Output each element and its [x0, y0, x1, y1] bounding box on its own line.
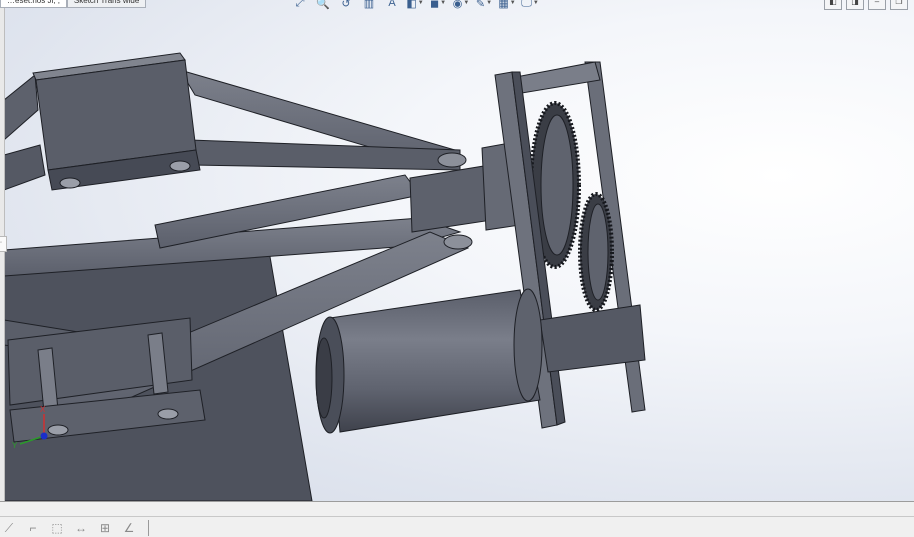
sketch-line-icon[interactable]: ⟋ [0, 521, 18, 535]
rectangle-icon[interactable]: ⌐ [24, 521, 42, 535]
chevron-down-icon[interactable]: ▼ [440, 0, 446, 6]
document-tab-active[interactable]: …eset.nos Ji, , [0, 0, 67, 8]
dashed-rectangle-icon[interactable]: ⬚ [48, 521, 66, 535]
z-axis [40, 432, 48, 440]
dimension-icon[interactable]: ↔ [72, 521, 90, 535]
tile-right-icon[interactable]: ◨ [846, 0, 864, 10]
zoom-to-fit-icon[interactable]: ⤢ [290, 0, 310, 10]
apply-scene-icon[interactable]: ▦ ▼ [497, 0, 517, 10]
y-axis-label: Y [12, 441, 18, 450]
chevron-down-icon[interactable]: ▼ [418, 0, 424, 6]
feature-manager-tab[interactable]: ◦ [0, 236, 7, 252]
document-tabs: …eset.nos Ji, , Sketch Trans wide [0, 0, 147, 8]
drive-motor [315, 288, 543, 434]
chevron-down-icon[interactable]: ▼ [533, 0, 539, 6]
x-axis-label: X [40, 405, 46, 414]
view-orientation-icon[interactable]: ◧ ▼ [405, 0, 425, 10]
display-style-icon[interactable]: ◼ ▼ [428, 0, 448, 10]
y-axis [19, 435, 45, 445]
spur-gear-small [578, 192, 614, 312]
left-panel-edge [0, 0, 5, 515]
table-icon[interactable]: ⊞ [96, 521, 114, 535]
chevron-down-icon[interactable]: ▼ [510, 0, 516, 6]
previous-view-icon[interactable]: ↺ [336, 0, 356, 10]
restore-icon[interactable]: ❐ [890, 0, 908, 10]
minimize-icon[interactable]: – [868, 0, 886, 10]
chevron-down-icon[interactable]: ▼ [486, 0, 492, 6]
document-tab[interactable]: Sketch Trans wide [66, 0, 147, 8]
assembly-model[interactable] [4, 0, 914, 501]
hide-show-items-icon[interactable]: ◉ ▼ [451, 0, 471, 10]
tile-left-icon[interactable]: ◧ [824, 0, 842, 10]
status-area: ⟋ ⌐ ⬚ ↔ ⊞ ∠ [0, 501, 914, 537]
graphics-viewport[interactable]: X Y [4, 0, 914, 501]
panel-tab-icon: ◦ [0, 240, 3, 246]
dynamic-annotation-icon[interactable]: A [382, 0, 402, 10]
toolbar-divider [148, 520, 149, 536]
upper-housing-block [32, 52, 201, 191]
angle-icon[interactable]: ∠ [120, 521, 138, 535]
window-controls: ◧ ◨ – ❐ [824, 0, 908, 10]
chevron-down-icon[interactable]: ▼ [463, 0, 469, 6]
section-view-icon[interactable]: ▥ [359, 0, 379, 10]
heads-up-view-toolbar: ⤢ 🔍 ↺ ▥ A ◧ ▼ ◼ ▼ ◉ ▼ ✎ ▼ ▦ ▼ 🖵 ▼ [290, 0, 540, 10]
zoom-to-area-icon[interactable]: 🔍 [313, 0, 333, 10]
view-settings-icon[interactable]: 🖵 ▼ [520, 0, 540, 10]
sketch-toolbar-icons: ⟋ ⌐ ⬚ ↔ ⊞ ∠ [0, 520, 149, 536]
coordinate-triad: X Y [10, 402, 52, 452]
edit-appearance-icon[interactable]: ✎ ▼ [474, 0, 494, 10]
